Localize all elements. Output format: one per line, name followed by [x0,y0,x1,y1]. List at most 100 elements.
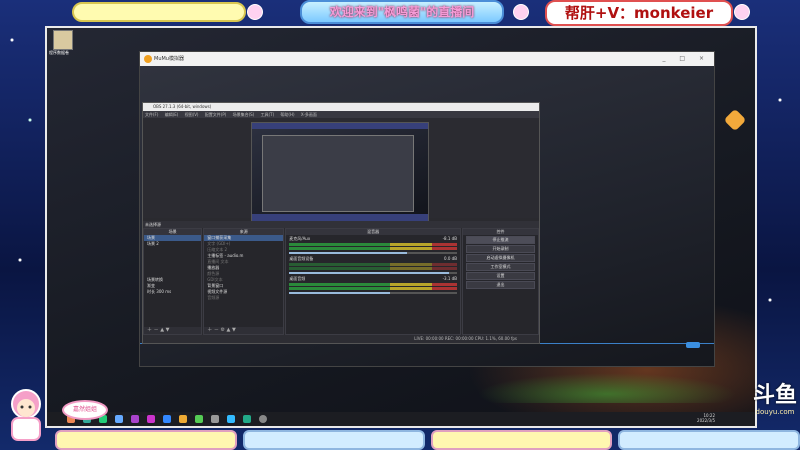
mumu-screen[interactable]: OBS 27.1.3 (64-bit, windows) 文件(F) 编辑(E)… [140,66,714,366]
volume-meter [289,267,457,270]
app-icon[interactable] [211,415,219,423]
preview-overlay-top [252,123,428,129]
channel-name: 桌面音频设备 [289,256,314,261]
menu-file[interactable]: 文件(F) [145,112,158,117]
sources-dock: 来源 窗口捕获采集 文字 (GDI+) 压缩文本 2 主播标签 - audio.m 直播… [203,228,285,335]
cat-sticker-icon [734,4,750,20]
volume-meter [289,263,457,266]
volume-slider-fill [289,252,407,254]
duration-field[interactable]: 时长 300 ms [144,289,201,295]
after-effects-icon[interactable] [147,415,155,423]
obs-preview-area[interactable]: 大屏下给开播动态 [143,118,539,227]
obs-title-bar[interactable]: OBS 27.1.3 (64-bit, windows) [143,103,539,111]
channel-db: -8.1 dB [442,236,457,241]
decor-panel [242,430,425,450]
menu-profile[interactable]: 配置文件(P) [205,112,227,117]
app-icon[interactable] [227,415,235,423]
left-banner-pill [72,2,246,22]
clock-date: 2022/3/5 [697,418,715,423]
maximize-button[interactable]: □ [679,55,691,62]
menu-edit[interactable]: 编辑(E) [165,112,179,117]
volume-meter [289,247,457,250]
taskbar-clock[interactable]: 10:22 2022/3/5 [697,413,715,423]
add-scene-icon[interactable]: ＋ [147,327,152,333]
contact-banner: 帮肝+V：monkeier [545,0,733,26]
mascot-character-image [2,386,50,446]
desktop-screen: 程序数据卷 MuMu模拟器 _ □ × OBS 27.1.3 (64-bit, … [45,26,757,428]
add-source-icon[interactable]: ＋ [207,327,212,333]
control-button[interactable]: 停止推流 [465,236,535,244]
remove-source-icon[interactable]: － [214,327,219,333]
sources-toolbar: ＋ － ⚙ ▲ ▼ [204,327,284,334]
mumu-emulator-window: MuMu模拟器 _ □ × OBS 27.1.3 (64-bit, window… [139,51,715,367]
welcome-banner: 欢迎来到"枫鸣菌"的直播间 [300,0,504,24]
scenes-toolbar: ＋ － ▲ ▼ [144,327,202,334]
mixer-channel: 桌面音频 -3.1 dB [286,275,460,295]
volume-meter [289,243,457,246]
move-up-icon[interactable]: ▲ [160,327,164,333]
mumu-title-bar[interactable]: MuMu模拟器 _ □ × [140,52,714,66]
source-properties-bar: 未选择源 [143,221,539,228]
volume-meter [289,287,457,290]
obs-window: OBS 27.1.3 (64-bit, windows) 文件(F) 编辑(E)… [142,102,540,344]
controls-header: 控件 [462,229,538,235]
obs-menu-bar: 文件(F) 编辑(E) 视图(V) 配置文件(P) 场景集合(S) 工具(T) … [143,111,539,118]
douyu-logo: 斗鱼 douyu.com [752,384,798,428]
obs-docks: 场景 场景 场景 2 场景转换 渐变 时长 300 ms ＋ － ▲ ▼ 来源 … [143,228,539,335]
channel-db: -3.1 dB [442,276,457,281]
photoshop-icon[interactable] [163,415,171,423]
menu-tools[interactable]: 工具(T) [261,112,275,117]
mumu-action-button[interactable] [686,342,700,348]
volume-slider[interactable] [289,252,457,254]
douyu-logo-mark: 斗鱼 [752,383,797,408]
control-button[interactable]: 退出 [465,281,535,289]
menu-help[interactable]: 帮助(H) [280,112,294,117]
mixer-dock: 混音器 麦克风/Aux -8.1 dB 桌面音频设备 0.0 dB 桌面音频 -3.1 d… [285,228,461,335]
move-up-icon[interactable]: ▲ [227,327,231,333]
volume-slider[interactable] [289,272,457,274]
scene-item[interactable]: 场景 2 [144,241,201,247]
desktop-folder-icon[interactable] [53,30,73,50]
premiere-icon[interactable] [131,415,139,423]
cat-sticker-icon [513,4,529,20]
app-icon[interactable] [115,415,123,423]
preview-canvas [251,122,429,224]
floating-assistant-icon[interactable] [723,108,747,132]
top-overlay-banner: 欢迎来到"枫鸣菌"的直播间 帮肝+V：monkeier [0,0,800,26]
remove-scene-icon[interactable]: － [154,327,159,333]
control-button[interactable]: 工作室模式 [465,263,535,271]
app-icon[interactable] [195,415,203,423]
decor-panel [430,430,613,450]
control-button[interactable]: 开始录制 [465,245,535,253]
app-icon[interactable] [243,415,251,423]
controls-dock: 控件 停止推流 开始录制 启动虚拟摄像机 工作室模式 设置 退出 [461,228,539,335]
volume-slider[interactable] [289,292,457,294]
cat-sticker-icon [247,4,263,20]
wallpaper-aurora [477,373,737,403]
close-button[interactable]: × [699,55,710,62]
menu-multiview[interactable]: X-多画面 [301,112,317,117]
minimize-button[interactable]: _ [662,55,671,62]
bottom-decor-strip [55,428,800,450]
app-icon[interactable] [179,415,187,423]
control-button[interactable]: 启动虚拟摄像机 [465,254,535,262]
menu-scene-collection[interactable]: 场景集合(S) [233,112,255,117]
source-item[interactable]: 音频源 [204,295,283,301]
control-button[interactable]: 设置 [465,272,535,280]
volume-meter [289,283,457,286]
volume-slider-fill [289,272,449,274]
channel-name: 桌面音频 [289,276,306,281]
channel-label: 麦克风/Aux -8.1 dB [289,236,457,242]
source-settings-icon[interactable]: ⚙ [220,327,224,333]
move-down-icon[interactable]: ▼ [232,327,236,333]
mixer-channel-list: 麦克风/Aux -8.1 dB 桌面音频设备 0.0 dB 桌面音频 -3.1 dB [286,235,460,295]
move-down-icon[interactable]: ▼ [166,327,170,333]
obs-taskbar-icon[interactable] [259,415,267,423]
obs-status-bar: LIVE: 00:00:00 REC: 00:00:00 CPU: 1.1%, … [143,335,539,343]
controls-button-list: 停止推流 开始录制 启动虚拟摄像机 工作室模式 设置 退出 [463,236,538,289]
menu-view[interactable]: 视图(V) [185,112,199,117]
mumu-logo-icon [144,55,152,63]
desktop-icon-label: 程序数据卷 [49,50,69,55]
channel-db: 0.0 dB [444,256,457,261]
duration-value: 300 ms [156,289,172,294]
